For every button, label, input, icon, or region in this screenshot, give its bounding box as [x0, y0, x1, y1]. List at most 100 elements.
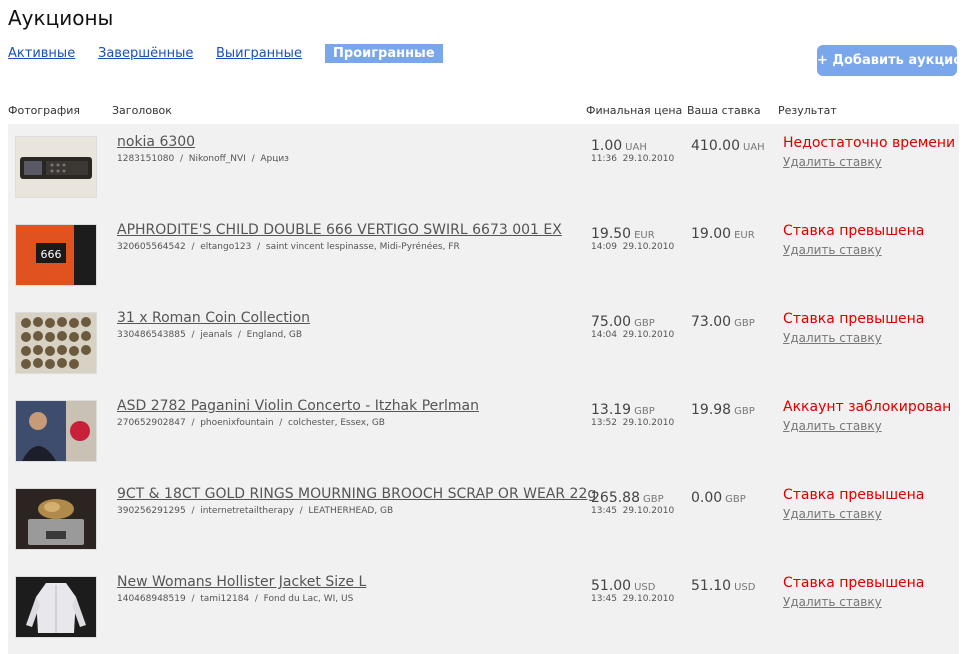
auction-table: nokia 6300 1283151080 / Nikonoff_NVI / А…	[8, 124, 959, 654]
tab-active[interactable]: Активные	[8, 44, 75, 63]
item-id: 140468948519	[117, 594, 186, 604]
item-location: colchester, Essex, GB	[288, 418, 385, 428]
remove-bid-link[interactable]: Удалить ставку	[783, 595, 882, 609]
end-date: 29.10.2010	[622, 242, 675, 252]
table-row: nokia 6300 1283151080 / Nikonoff_NVI / А…	[8, 124, 959, 212]
item-title-link[interactable]: APHRODITE'S CHILD DOUBLE 666 VERTIGO SWI…	[117, 222, 562, 238]
final-price: 19.50 EUR	[591, 223, 655, 242]
end-time: 13:45	[591, 594, 617, 604]
bid-amount: 410.00	[691, 138, 740, 154]
item-photo[interactable]	[15, 488, 97, 550]
result-status: Ставка превышена	[783, 311, 925, 327]
item-id: 320605564542	[117, 242, 186, 252]
final-price-amount: 1.00	[591, 138, 623, 154]
item-title-link[interactable]: 31 x Roman Coin Collection	[117, 310, 310, 326]
item-seller: Nikonoff_NVI	[188, 154, 246, 164]
item-photo[interactable]	[15, 136, 97, 198]
item-meta: 320605564542 / eltango123 / saint vincen…	[117, 242, 460, 252]
final-price-amount: 75.00	[591, 314, 632, 330]
item-title-link[interactable]: New Womans Hollister Jacket Size L	[117, 574, 366, 590]
item-location: England, GB	[246, 330, 303, 340]
final-price: 1.00 UAH	[591, 135, 647, 154]
item-id: 1283151080	[117, 154, 175, 164]
final-price-currency: UAH	[625, 142, 647, 153]
item-title-link[interactable]: 9CT & 18CT GOLD RINGS MOURNING BROOCH SC…	[117, 486, 596, 502]
bid-currency: UAH	[743, 142, 765, 153]
end-date: 29.10.2010	[622, 154, 675, 164]
end-date: 29.10.2010	[622, 506, 675, 516]
end-time: 13:45	[591, 506, 617, 516]
column-header-your-bid: Ваша ставка	[687, 104, 761, 117]
result-status: Ставка превышена	[783, 487, 925, 503]
remove-bid-link[interactable]: Удалить ставку	[783, 155, 882, 169]
add-auction-button[interactable]: + Добавить аукцион	[817, 45, 971, 76]
final-price-currency: GBP	[643, 494, 664, 505]
end-datetime: 13:45 29.10.2010	[591, 594, 674, 604]
item-seller: tami12184	[200, 594, 250, 604]
end-datetime: 13:45 29.10.2010	[591, 506, 674, 516]
end-date: 29.10.2010	[622, 594, 675, 604]
item-meta: 390256291295 / internetretailtherapy / L…	[117, 506, 394, 516]
page-title: Аукционы	[8, 6, 114, 30]
bid-amount: 19.00	[691, 226, 732, 242]
item-meta: 270652902847 / phoenixfountain / colches…	[117, 418, 385, 428]
item-photo[interactable]	[15, 576, 97, 638]
item-id: 330486543885	[117, 330, 186, 340]
result-status: Аккаунт заблокирован	[783, 399, 952, 415]
item-id: 390256291295	[117, 506, 186, 516]
your-bid: 410.00 UAH	[691, 135, 765, 154]
remove-bid-link[interactable]: Удалить ставку	[783, 243, 882, 257]
final-price-amount: 19.50	[591, 226, 632, 242]
final-price: 51.00 USD	[591, 575, 655, 594]
column-header-final-price: Финальная цена	[586, 104, 683, 117]
bid-amount: 51.10	[691, 578, 732, 594]
item-photo[interactable]	[15, 312, 97, 374]
item-location: Арциз	[260, 154, 289, 164]
your-bid: 19.98 GBP	[691, 399, 755, 418]
table-row: ASD 2782 Paganini Violin Concerto - Itzh…	[8, 388, 959, 476]
final-price-currency: USD	[634, 582, 656, 593]
end-datetime: 11:36 29.10.2010	[591, 154, 674, 164]
bid-currency: GBP	[734, 318, 755, 329]
result-status: Ставка превышена	[783, 575, 925, 591]
end-time: 14:09	[591, 242, 617, 252]
item-seller: jeanals	[200, 330, 233, 340]
svg-text:666: 666	[41, 248, 62, 261]
item-seller: phoenixfountain	[200, 418, 274, 428]
item-location: saint vincent lespinasse, Midi-Pyrénées,…	[265, 242, 460, 252]
item-title-link[interactable]: ASD 2782 Paganini Violin Concerto - Itzh…	[117, 398, 479, 414]
bid-amount: 73.00	[691, 314, 732, 330]
remove-bid-link[interactable]: Удалить ставку	[783, 507, 882, 521]
tab-lost[interactable]: Проигранные	[325, 44, 443, 63]
final-price: 13.19 GBP	[591, 399, 655, 418]
table-row: 9CT & 18CT GOLD RINGS MOURNING BROOCH SC…	[8, 476, 959, 564]
item-id: 270652902847	[117, 418, 186, 428]
final-price-currency: GBP	[634, 318, 655, 329]
bid-currency: EUR	[734, 230, 755, 241]
remove-bid-link[interactable]: Удалить ставку	[783, 419, 882, 433]
tab-won[interactable]: Выигранные	[216, 44, 302, 63]
final-price-currency: EUR	[634, 230, 655, 241]
your-bid: 73.00 GBP	[691, 311, 755, 330]
item-meta: 140468948519 / tami12184 / Fond du Lac, …	[117, 594, 354, 604]
item-photo[interactable]: 666	[15, 224, 97, 286]
item-title-link[interactable]: nokia 6300	[117, 134, 195, 150]
final-price-currency: GBP	[634, 406, 655, 417]
item-meta: 1283151080 / Nikonoff_NVI / Арциз	[117, 154, 289, 164]
item-location: Fond du Lac, WI, US	[263, 594, 354, 604]
your-bid: 19.00 EUR	[691, 223, 755, 242]
table-row: 666 APHRODITE'S CHILD DOUBLE 666 VERTIGO…	[8, 212, 959, 300]
item-meta: 330486543885 / jeanals / England, GB	[117, 330, 303, 340]
item-location: LEATHERHEAD, GB	[308, 506, 394, 516]
column-header-title: Заголовок	[112, 104, 172, 117]
end-datetime: 14:04 29.10.2010	[591, 330, 674, 340]
table-row: New Womans Hollister Jacket Size L 14046…	[8, 564, 959, 652]
column-header-result: Результат	[778, 104, 837, 117]
item-photo[interactable]	[15, 400, 97, 462]
tab-finished[interactable]: Завершённые	[98, 44, 193, 63]
item-seller: internetretailtherapy	[200, 506, 294, 516]
end-time: 11:36	[591, 154, 617, 164]
item-seller: eltango123	[200, 242, 252, 252]
bid-amount: 0.00	[691, 490, 723, 506]
remove-bid-link[interactable]: Удалить ставку	[783, 331, 882, 345]
